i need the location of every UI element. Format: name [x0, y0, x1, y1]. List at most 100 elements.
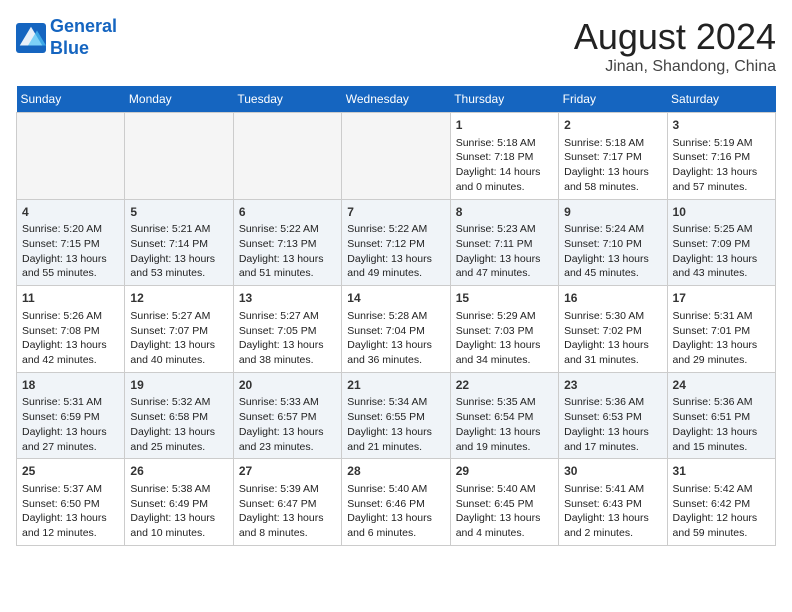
- day-number: 31: [673, 463, 770, 480]
- calendar-cell: 9Sunrise: 5:24 AM Sunset: 7:10 PM Daylig…: [559, 199, 667, 286]
- weekday-header-tuesday: Tuesday: [233, 86, 341, 113]
- weekday-header-saturday: Saturday: [667, 86, 775, 113]
- weekday-header-friday: Friday: [559, 86, 667, 113]
- day-info: Sunrise: 5:22 AM Sunset: 7:13 PM Dayligh…: [239, 222, 336, 281]
- day-info: Sunrise: 5:39 AM Sunset: 6:47 PM Dayligh…: [239, 482, 336, 541]
- day-info: Sunrise: 5:20 AM Sunset: 7:15 PM Dayligh…: [22, 222, 119, 281]
- day-number: 17: [673, 290, 770, 307]
- title-block: August 2024 Jinan, Shandong, China: [574, 16, 776, 76]
- day-number: 18: [22, 377, 119, 394]
- logo: General Blue: [16, 16, 117, 59]
- calendar-week-row: 1 Sunrise: 5:18 AM Sunset: 7:18 PM Daylig…: [17, 113, 776, 200]
- calendar-cell: [125, 113, 233, 200]
- calendar-cell: 8Sunrise: 5:23 AM Sunset: 7:11 PM Daylig…: [450, 199, 558, 286]
- calendar-cell: 15 Sunrise: 5:29 AM Sunset: 7:03 PM Dayli…: [450, 286, 558, 373]
- day-number: 5: [130, 204, 227, 221]
- day-info: Sunrise: 5:40 AM Sunset: 6:45 PM Dayligh…: [456, 482, 553, 541]
- day-info: Sunrise: 5:42 AM Sunset: 6:42 PM Dayligh…: [673, 482, 770, 541]
- day-info: Sunrise: 5:26 AM Sunset: 7:08 PM Dayligh…: [22, 309, 119, 368]
- day-number: 8: [456, 204, 553, 221]
- day-info: Sunrise: 5:29 AM Sunset: 7:03 PM Dayligh…: [456, 309, 553, 368]
- logo-text: General Blue: [50, 16, 117, 59]
- calendar-cell: 4Sunrise: 5:20 AM Sunset: 7:15 PM Daylig…: [17, 199, 125, 286]
- calendar-title: August 2024: [574, 16, 776, 58]
- calendar-cell: 12 Sunrise: 5:27 AM Sunset: 7:07 PM Dayli…: [125, 286, 233, 373]
- calendar-cell: 6Sunrise: 5:22 AM Sunset: 7:13 PM Daylig…: [233, 199, 341, 286]
- day-number: 27: [239, 463, 336, 480]
- day-info: Sunrise: 5:40 AM Sunset: 6:46 PM Dayligh…: [347, 482, 444, 541]
- day-number: 9: [564, 204, 661, 221]
- calendar-cell: 2 Sunrise: 5:18 AM Sunset: 7:17 PM Daylig…: [559, 113, 667, 200]
- logo-line1: General: [50, 16, 117, 36]
- day-info: Sunrise: 5:36 AM Sunset: 6:51 PM Dayligh…: [673, 395, 770, 454]
- calendar-cell: 18Sunrise: 5:31 AM Sunset: 6:59 PM Dayli…: [17, 372, 125, 459]
- day-number: 22: [456, 377, 553, 394]
- day-info: Sunrise: 5:18 AM Sunset: 7:17 PM Dayligh…: [564, 136, 661, 195]
- day-info: Sunrise: 5:35 AM Sunset: 6:54 PM Dayligh…: [456, 395, 553, 454]
- day-number: 11: [22, 290, 119, 307]
- day-number: 4: [22, 204, 119, 221]
- day-number: 29: [456, 463, 553, 480]
- calendar-cell: 3 Sunrise: 5:19 AM Sunset: 7:16 PM Daylig…: [667, 113, 775, 200]
- calendar-cell: 24Sunrise: 5:36 AM Sunset: 6:51 PM Dayli…: [667, 372, 775, 459]
- calendar-cell: 25 Sunrise: 5:37 AM Sunset: 6:50 PM Dayli…: [17, 459, 125, 546]
- day-number: 2: [564, 117, 661, 134]
- day-number: 25: [22, 463, 119, 480]
- day-info: Sunrise: 5:37 AM Sunset: 6:50 PM Dayligh…: [22, 482, 119, 541]
- calendar-cell: 29 Sunrise: 5:40 AM Sunset: 6:45 PM Dayli…: [450, 459, 558, 546]
- calendar-cell: 19Sunrise: 5:32 AM Sunset: 6:58 PM Dayli…: [125, 372, 233, 459]
- logo-line2: Blue: [50, 38, 89, 58]
- day-number: 23: [564, 377, 661, 394]
- day-info: Sunrise: 5:34 AM Sunset: 6:55 PM Dayligh…: [347, 395, 444, 454]
- calendar-cell: 11 Sunrise: 5:26 AM Sunset: 7:08 PM Dayli…: [17, 286, 125, 373]
- day-number: 3: [673, 117, 770, 134]
- weekday-header-monday: Monday: [125, 86, 233, 113]
- day-info: Sunrise: 5:36 AM Sunset: 6:53 PM Dayligh…: [564, 395, 661, 454]
- calendar-week-row: 18Sunrise: 5:31 AM Sunset: 6:59 PM Dayli…: [17, 372, 776, 459]
- calendar-cell: 14Sunrise: 5:28 AM Sunset: 7:04 PM Dayli…: [342, 286, 450, 373]
- calendar-week-row: 25 Sunrise: 5:37 AM Sunset: 6:50 PM Dayli…: [17, 459, 776, 546]
- weekday-header-sunday: Sunday: [17, 86, 125, 113]
- weekday-header-wednesday: Wednesday: [342, 86, 450, 113]
- day-info: Sunrise: 5:27 AM Sunset: 7:07 PM Dayligh…: [130, 309, 227, 368]
- day-number: 20: [239, 377, 336, 394]
- day-info: Sunrise: 5:19 AM Sunset: 7:16 PM Dayligh…: [673, 136, 770, 195]
- day-info: Sunrise: 5:24 AM Sunset: 7:10 PM Dayligh…: [564, 222, 661, 281]
- calendar-cell: 13Sunrise: 5:27 AM Sunset: 7:05 PM Dayli…: [233, 286, 341, 373]
- day-number: 14: [347, 290, 444, 307]
- day-info: Sunrise: 5:21 AM Sunset: 7:14 PM Dayligh…: [130, 222, 227, 281]
- logo-icon: [16, 23, 46, 53]
- day-number: 10: [673, 204, 770, 221]
- day-info: Sunrise: 5:25 AM Sunset: 7:09 PM Dayligh…: [673, 222, 770, 281]
- calendar-cell: [342, 113, 450, 200]
- day-number: 12: [130, 290, 227, 307]
- day-info: Sunrise: 5:22 AM Sunset: 7:12 PM Dayligh…: [347, 222, 444, 281]
- day-number: 7: [347, 204, 444, 221]
- weekday-header-thursday: Thursday: [450, 86, 558, 113]
- day-number: 6: [239, 204, 336, 221]
- calendar-cell: 20Sunrise: 5:33 AM Sunset: 6:57 PM Dayli…: [233, 372, 341, 459]
- day-info: Sunrise: 5:33 AM Sunset: 6:57 PM Dayligh…: [239, 395, 336, 454]
- calendar-cell: 30Sunrise: 5:41 AM Sunset: 6:43 PM Dayli…: [559, 459, 667, 546]
- calendar-subtitle: Jinan, Shandong, China: [574, 58, 776, 76]
- day-number: 26: [130, 463, 227, 480]
- calendar-cell: [233, 113, 341, 200]
- page-header: General Blue August 2024 Jinan, Shandong…: [16, 16, 776, 76]
- calendar-cell: 28 Sunrise: 5:40 AM Sunset: 6:46 PM Dayli…: [342, 459, 450, 546]
- day-info: Sunrise: 5:32 AM Sunset: 6:58 PM Dayligh…: [130, 395, 227, 454]
- day-number: 28: [347, 463, 444, 480]
- calendar-cell: 1 Sunrise: 5:18 AM Sunset: 7:18 PM Daylig…: [450, 113, 558, 200]
- day-info: Sunrise: 5:38 AM Sunset: 6:49 PM Dayligh…: [130, 482, 227, 541]
- day-info: Sunrise: 5:30 AM Sunset: 7:02 PM Dayligh…: [564, 309, 661, 368]
- day-number: 21: [347, 377, 444, 394]
- calendar-cell: 17Sunrise: 5:31 AM Sunset: 7:01 PM Dayli…: [667, 286, 775, 373]
- day-number: 24: [673, 377, 770, 394]
- day-number: 15: [456, 290, 553, 307]
- day-number: 1: [456, 117, 553, 134]
- day-number: 30: [564, 463, 661, 480]
- calendar-cell: 23Sunrise: 5:36 AM Sunset: 6:53 PM Dayli…: [559, 372, 667, 459]
- calendar-cell: 27 Sunrise: 5:39 AM Sunset: 6:47 PM Dayli…: [233, 459, 341, 546]
- day-info: Sunrise: 5:31 AM Sunset: 6:59 PM Dayligh…: [22, 395, 119, 454]
- day-info: Sunrise: 5:18 AM Sunset: 7:18 PM Dayligh…: [456, 136, 553, 195]
- calendar-table: SundayMondayTuesdayWednesdayThursdayFrid…: [16, 86, 776, 546]
